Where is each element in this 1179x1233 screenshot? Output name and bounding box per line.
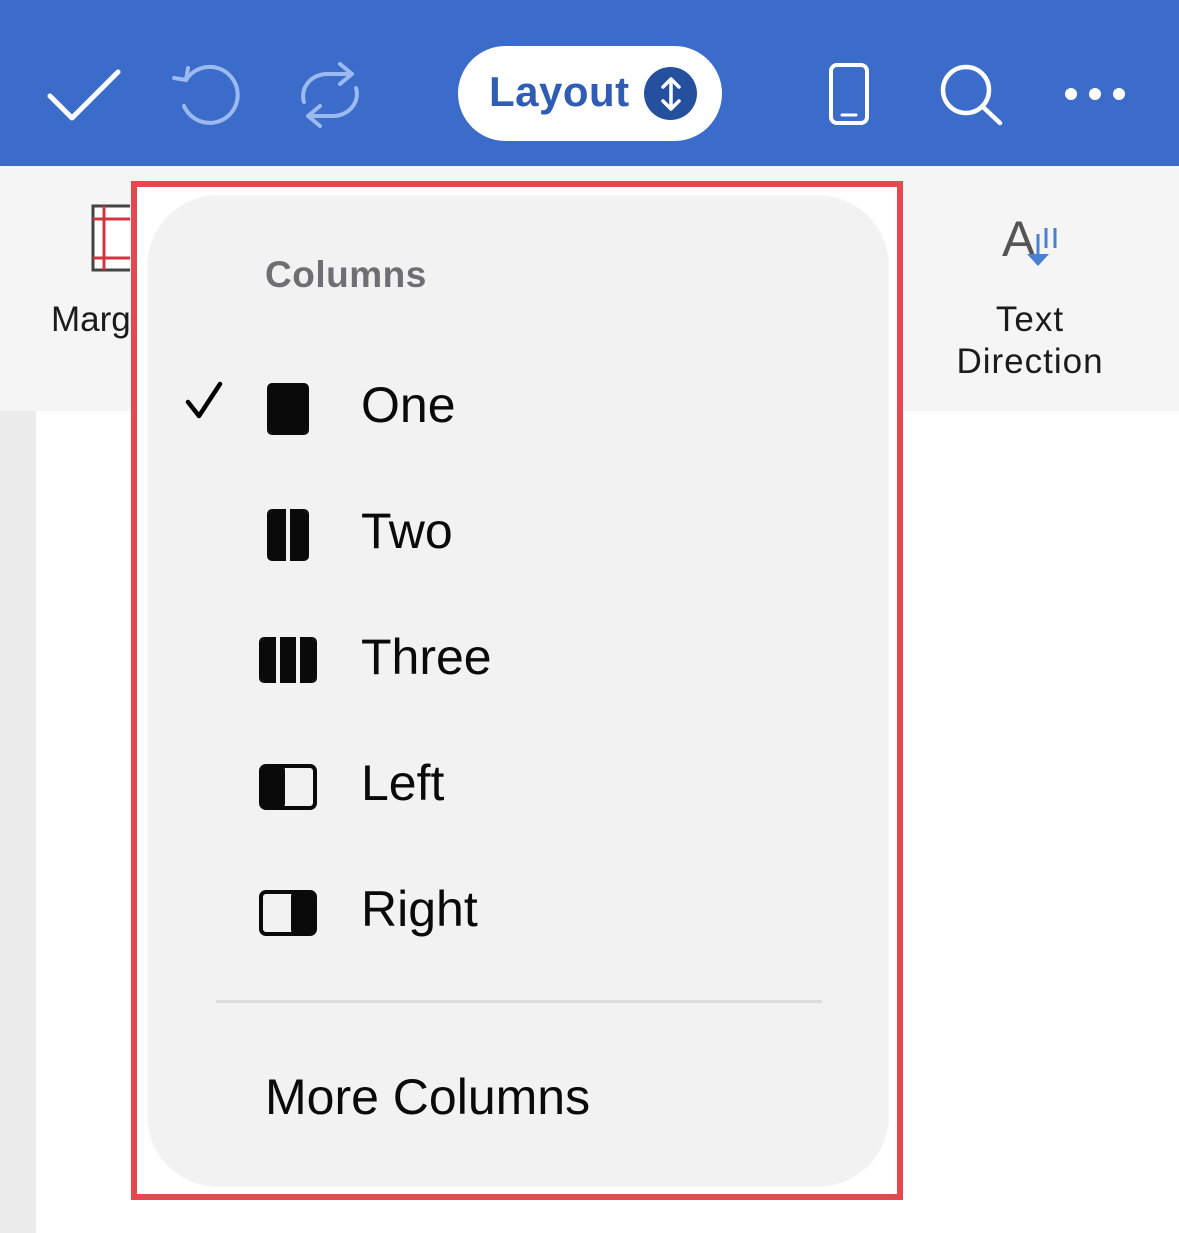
top-toolbar: Layout	[0, 0, 1179, 166]
column-option-three[interactable]: Three	[180, 608, 860, 708]
more-columns-button[interactable]: More Columns	[265, 1068, 590, 1126]
ribbon-tab-selector[interactable]: Layout	[458, 46, 722, 141]
text-direction-icon[interactable]: A	[1000, 210, 1064, 277]
margins-button-label[interactable]: Marg	[51, 300, 131, 340]
text-direction-label[interactable]: Text Direction	[930, 299, 1130, 383]
one-column-icon	[258, 380, 320, 438]
margins-icon[interactable]	[90, 203, 135, 278]
option-label: Three	[361, 629, 492, 685]
option-label: One	[361, 377, 456, 433]
option-label: Right	[361, 881, 478, 937]
column-option-two[interactable]: Two	[180, 482, 860, 582]
more-icon[interactable]	[1060, 82, 1130, 106]
three-columns-icon	[258, 632, 320, 690]
right-column-icon	[258, 884, 320, 942]
svg-text:A: A	[1002, 211, 1036, 267]
ribbon-tab-label: Layout	[489, 68, 630, 115]
redo-icon[interactable]	[290, 58, 370, 132]
option-label: Left	[361, 755, 445, 811]
document-gutter	[0, 411, 36, 1233]
switch-ribbon-icon	[644, 67, 697, 120]
column-option-one[interactable]: One	[180, 356, 860, 456]
two-columns-icon	[258, 506, 320, 564]
option-label: Two	[361, 503, 453, 559]
menu-divider	[216, 1000, 822, 1003]
column-option-left[interactable]: Left	[180, 734, 860, 834]
left-column-icon	[258, 758, 320, 816]
columns-menu-title: Columns	[265, 254, 427, 295]
undo-icon[interactable]	[168, 62, 244, 128]
search-icon[interactable]	[938, 62, 1006, 128]
checkmark-icon[interactable]	[46, 66, 122, 126]
column-option-right[interactable]: Right	[180, 860, 860, 960]
checkmark-selected-icon	[184, 380, 224, 424]
phone-icon[interactable]	[828, 62, 870, 126]
